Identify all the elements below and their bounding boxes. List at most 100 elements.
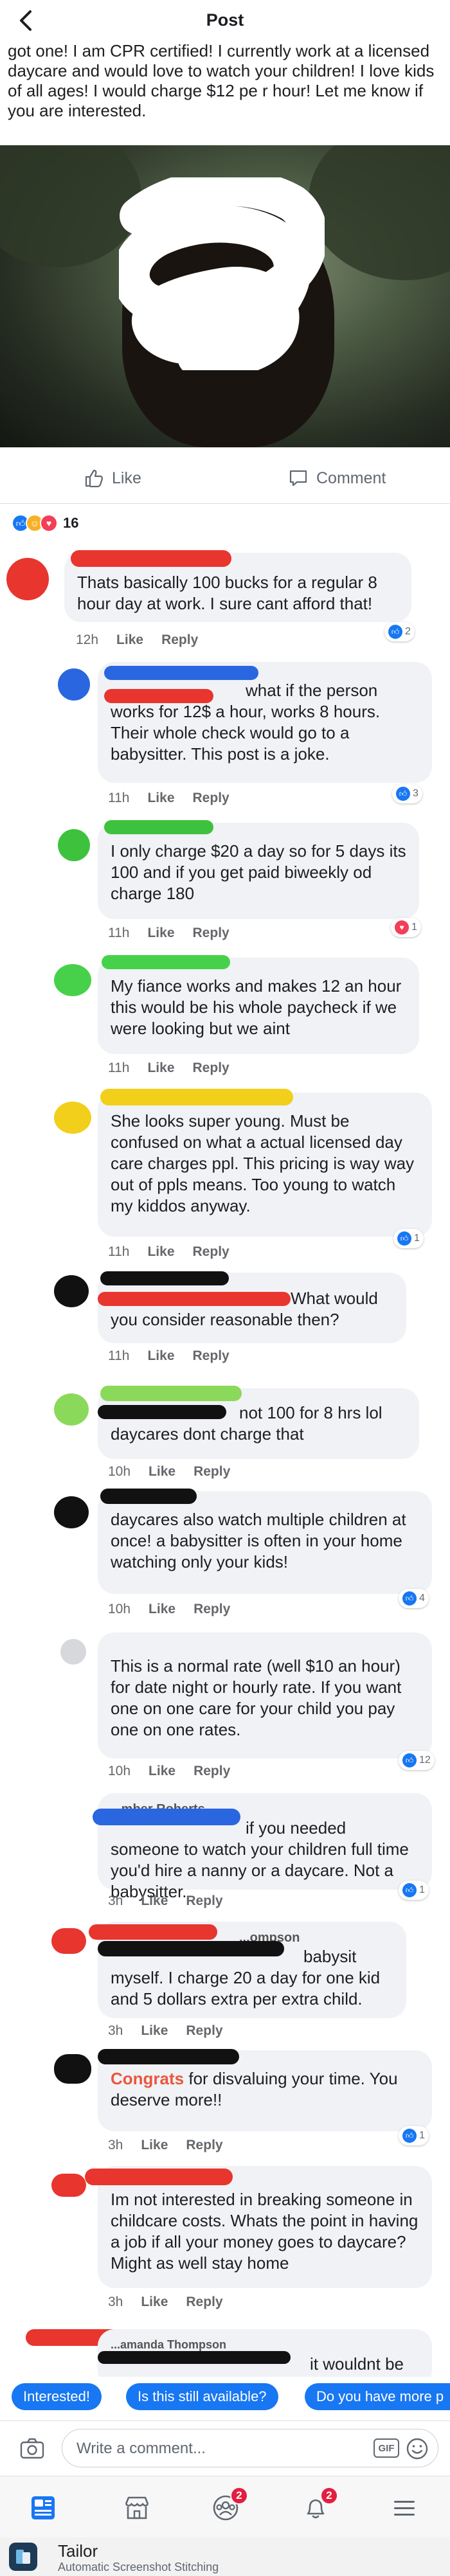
reaction-badge[interactable]: 👍︎ 1 [399,1881,429,1900]
comment-reply-link[interactable]: Reply [186,2023,222,2039]
comment-button[interactable]: Comment [288,468,386,488]
avatar[interactable] [51,1928,86,1954]
reaction-badge[interactable]: ♥ 1 [391,918,421,937]
comment-meta: 3h Like Reply [108,2294,223,2310]
comment-bubble: ...amanda Thompson it wouldnt be [98,2329,432,2377]
avatar[interactable] [54,1275,89,1307]
tab-news-feed[interactable] [27,2492,59,2524]
thumbs-up-icon: 👍︎ [396,787,410,801]
comment-text: Congrats for disvaluing your time. You d… [111,2068,419,2111]
comment-bubble: She looks super young. Must be confused … [98,1089,432,1237]
comment-reply-link[interactable]: Reply [161,632,198,648]
avatar[interactable] [58,668,90,701]
comment-like-link[interactable]: Like [116,632,143,648]
comment-like-link[interactable]: Like [141,2023,168,2039]
comment-label: Comment [316,469,386,487]
comment-like-link[interactable]: Like [141,1893,168,1909]
comment-text: Im not interested in breaking someone in… [111,2190,419,2273]
reaction-badge[interactable]: 👍︎ 1 [399,2126,429,2145]
comment-input[interactable]: Write a comment... GIF [62,2429,438,2467]
comment-meta: 11h Like Reply [108,1244,230,1260]
quick-reply-chip[interactable]: Do you have more p [305,2383,450,2410]
comment-reply-link[interactable]: Reply [193,791,230,806]
reaction-summary[interactable]: 👍︎ ☺ ♥ 16 [12,514,78,532]
comment-time: 3h [108,2023,123,2038]
thumbs-up-icon: 👍︎ [397,1231,411,1246]
camera-button[interactable] [19,2437,45,2463]
like-button[interactable]: Like [84,468,141,488]
comment-meta: 11h Like Reply [108,1060,230,1076]
congrats-highlight: Congrats [111,2069,184,2088]
comment-meta: 10h Like Reply [108,1464,230,1480]
comment-text: She looks super young. Must be confused … [111,1111,415,1215]
thumbs-up-icon [85,469,104,488]
tab-notifications[interactable]: 2 [300,2487,338,2524]
comment-time: 11h [108,926,130,940]
comment-bubble: I only charge $20 a day so for 5 days it… [98,820,419,919]
quick-reply-chip[interactable]: Interested! [12,2383,102,2410]
comment-bubble: daycares also watch multiple children at… [98,1489,432,1594]
comment-like-link[interactable]: Like [148,1464,176,1480]
comment-like-link[interactable]: Like [147,1060,174,1076]
tailor-logo-icon [9,2543,37,2571]
comment: Thats basically 100 bucks for a regular … [6,550,444,656]
thumbs-up-icon: 👍︎ [402,2129,417,2143]
avatar[interactable] [6,558,49,600]
comment-reply-link[interactable]: Reply [186,2294,222,2310]
avatar[interactable] [54,964,91,996]
redacted-name [98,1941,284,1956]
tab-marketplace[interactable] [121,2492,153,2524]
post-body: got one! I am CPR certified! I currently… [8,41,435,120]
avatar[interactable] [54,2054,91,2084]
news-feed-icon [32,2496,55,2519]
comment: I only charge $20 a day so for 5 days it… [51,820,444,945]
comment: ...ompson babysit myself. I charge 20 a … [51,1922,444,2044]
comment-reply-link[interactable]: Reply [194,1602,230,1617]
comment-reply-link[interactable]: Reply [186,2138,222,2153]
tab-groups[interactable]: 2 [210,2487,248,2524]
comment-time: 11h [108,1244,130,1259]
comment-reply-link[interactable]: Reply [186,1893,222,1909]
avatar[interactable] [51,2174,86,2197]
comment-reply-link[interactable]: Reply [193,1244,230,1260]
comment-reply-link[interactable]: Reply [194,1464,230,1480]
comment-reply-link[interactable]: Reply [193,1060,230,1076]
comment-text: I only charge $20 a day so for 5 days it… [111,841,406,903]
comment-like-link[interactable]: Like [141,2294,168,2310]
redacted-name [98,1405,226,1419]
sticker-button[interactable] [406,2437,429,2464]
reaction-badge[interactable]: 👍︎ 12 [399,1751,435,1770]
comment-bubble: ...mber Roberts if you needed someone to… [93,1793,432,1901]
post-photo[interactable] [0,145,450,447]
comment-like-link[interactable]: Like [148,1602,176,1617]
redacted-name [100,1089,293,1105]
avatar[interactable] [54,1393,89,1426]
comment-like-link[interactable]: Like [141,2138,168,2153]
reaction-badge[interactable]: 👍︎ 1 [393,1229,424,1248]
redacted-name [104,666,258,680]
reaction-badge[interactable]: 👍︎ 2 [384,622,415,641]
comment-reply-link[interactable]: Reply [194,1764,230,1779]
back-button[interactable] [14,9,37,32]
comment-like-link[interactable]: Like [147,1348,174,1364]
quick-reply-chip[interactable]: Is this still available? [126,2383,278,2410]
comment-reply-link[interactable]: Reply [193,926,230,941]
comment-like-link[interactable]: Like [147,791,174,806]
comment-bubble: My fiance works and makes 12 an hour thi… [98,955,419,1054]
quick-replies: Interested! Is this still available? Do … [0,2378,450,2415]
comment-meta: 11h Like Reply [108,1348,230,1364]
reaction-badge[interactable]: 👍︎ 3 [392,784,422,803]
avatar[interactable] [60,1639,86,1665]
avatar[interactable] [54,1496,89,1528]
comment-like-link[interactable]: Like [147,926,174,941]
comment-like-link[interactable]: Like [147,1244,174,1260]
redacted-name [71,550,231,567]
tab-menu[interactable] [388,2492,420,2524]
comment-like-link[interactable]: Like [148,1764,176,1779]
gif-button[interactable]: GIF [374,2438,399,2458]
reaction-badge[interactable]: 👍︎ 4 [399,1589,429,1608]
comment-time: 10h [108,1764,131,1778]
comment-reply-link[interactable]: Reply [193,1348,230,1364]
avatar[interactable] [58,829,90,861]
avatar[interactable] [54,1102,91,1134]
